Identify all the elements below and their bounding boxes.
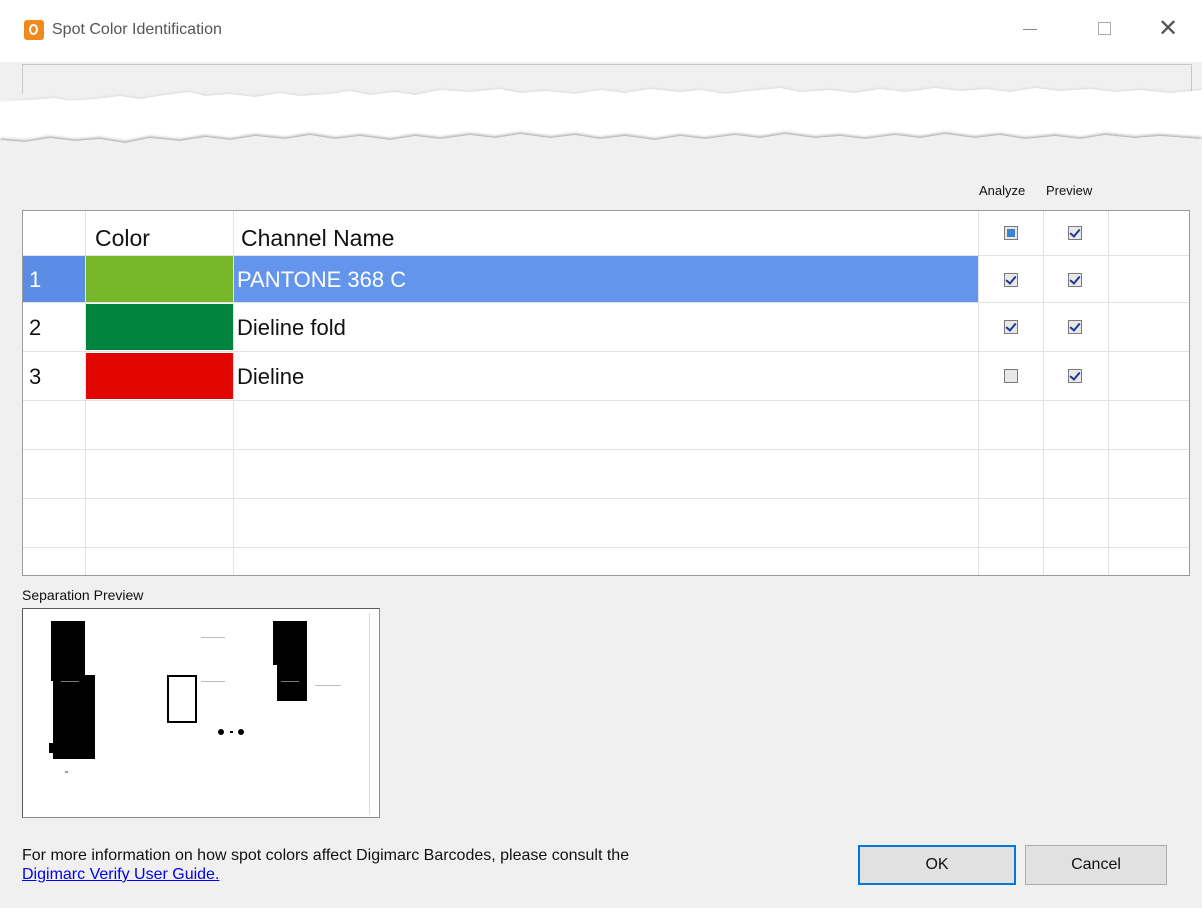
analyze-all-checkbox[interactable]: [1004, 226, 1018, 240]
preview-mark: [201, 637, 225, 638]
cancel-button[interactable]: Cancel: [1025, 845, 1167, 885]
preview-all-checkbox[interactable]: [1068, 226, 1082, 240]
grid-row-divider: [23, 547, 1189, 548]
maximize-icon[interactable]: [1086, 14, 1122, 44]
grid-column-divider: [233, 211, 234, 575]
channel-name-cell[interactable]: PANTONE 368 C: [237, 267, 406, 293]
torn-edge-top: [0, 88, 1202, 120]
preview-mark: [167, 675, 197, 723]
preview-mark: [49, 743, 55, 753]
color-swatch[interactable]: [86, 304, 233, 350]
grid-row-divider: [23, 449, 1189, 450]
preview-mark: [238, 729, 244, 735]
preview-mark: [201, 681, 225, 682]
grid-row-divider: [23, 498, 1189, 499]
spot-color-dialog: Spot Color Identification ✕ Analyze Prev…: [0, 0, 1202, 908]
digimarc-app-icon: [24, 20, 44, 40]
analyze-checkbox[interactable]: [1004, 273, 1018, 287]
ok-button[interactable]: OK: [858, 845, 1016, 885]
separation-preview-label: Separation Preview: [22, 587, 144, 603]
channel-name-cell[interactable]: Dieline fold: [237, 315, 346, 341]
preview-checkbox[interactable]: [1068, 320, 1082, 334]
row-number: 3: [29, 364, 42, 389]
preview-column-label: Preview: [1046, 183, 1093, 198]
preview-mark: [61, 681, 79, 682]
row-number: 1: [29, 267, 42, 292]
minimize-icon[interactable]: [1012, 14, 1048, 44]
grid-column-divider: [1043, 211, 1044, 575]
preview-mark: [230, 731, 233, 733]
row-number: 2: [29, 315, 42, 340]
separation-preview-image: [31, 613, 370, 815]
analyze-checkbox[interactable]: [1004, 369, 1018, 383]
spot-color-table: Color Channel Name 1 PANTONE 368 C 2 Die…: [22, 210, 1190, 576]
close-icon[interactable]: ✕: [1150, 14, 1186, 44]
torn-edge-bottom: [0, 134, 1202, 158]
color-swatch[interactable]: [86, 256, 233, 302]
analyze-column-label: Analyze: [979, 183, 1026, 198]
info-text: For more information on how spot colors …: [22, 847, 630, 864]
preview-mark: [315, 685, 341, 686]
preview-mark: [281, 681, 299, 682]
preview-mark: [53, 675, 95, 759]
window-title: Spot Color Identification: [52, 21, 222, 38]
grid-column-divider: [1108, 211, 1109, 575]
separation-preview-panel: [22, 608, 380, 818]
channel-name-cell[interactable]: Dieline: [237, 364, 304, 390]
preview-checkbox[interactable]: [1068, 273, 1082, 287]
grid-row-divider: [23, 400, 1189, 401]
analyze-checkbox[interactable]: [1004, 320, 1018, 334]
user-guide-link[interactable]: Digimarc Verify User Guide.: [22, 866, 219, 884]
grid-row-divider: [23, 302, 1189, 303]
color-swatch[interactable]: [86, 353, 233, 399]
channel-name-column-header[interactable]: Channel Name: [241, 225, 394, 252]
preview-mark: [51, 621, 85, 681]
preview-checkbox[interactable]: [1068, 369, 1082, 383]
preview-mark: [273, 621, 307, 665]
title-bar: Spot Color Identification ✕: [0, 0, 1202, 62]
preview-mark: [218, 729, 224, 735]
grid-row-divider: [23, 351, 1189, 352]
color-column-header[interactable]: Color: [95, 225, 150, 252]
grid-column-divider: [978, 211, 979, 575]
preview-mark: [65, 771, 68, 773]
